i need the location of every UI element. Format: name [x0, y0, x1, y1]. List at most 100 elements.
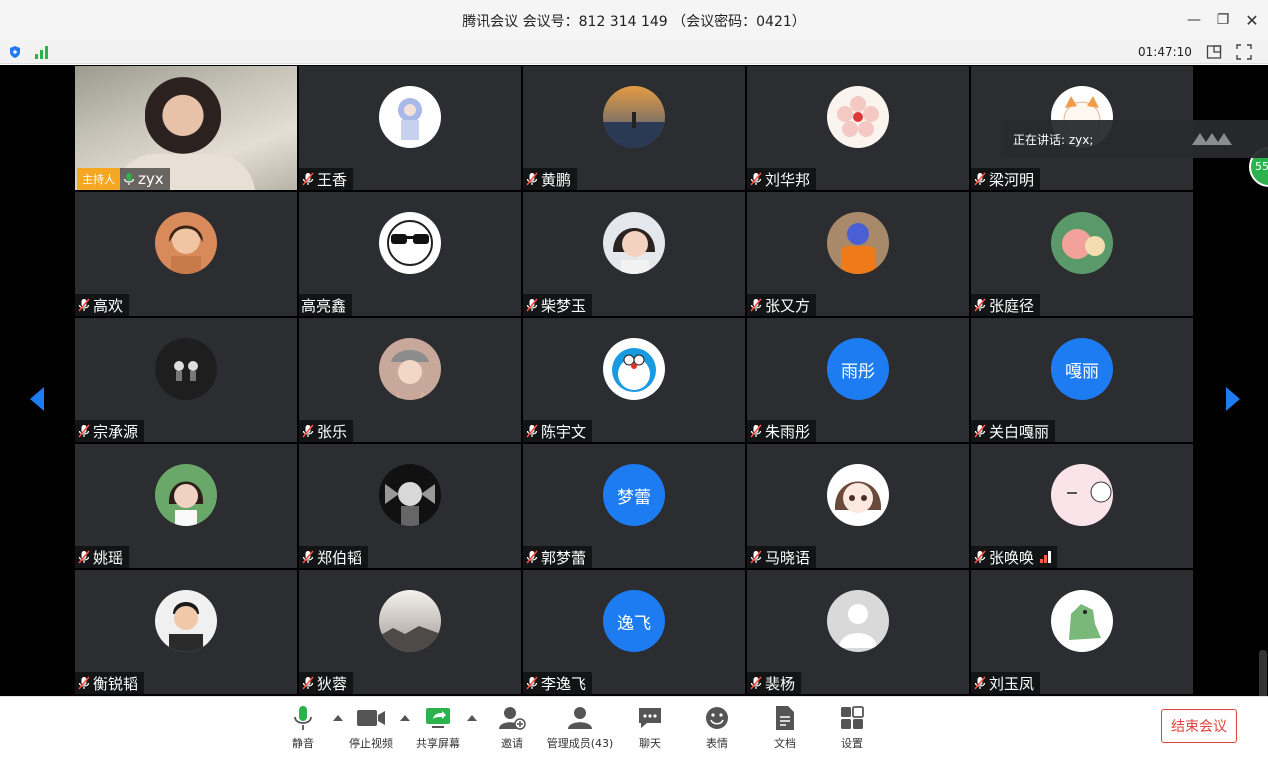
participant-name: 王香 — [317, 170, 348, 189]
participant-name: 关白嘎丽 — [989, 422, 1050, 441]
tencent-meeting-logo-icon — [1192, 133, 1232, 145]
participant-tile[interactable]: 高欢 — [75, 192, 297, 316]
participant-tile[interactable]: 刘华邦 — [747, 66, 969, 190]
participant-name: 张乐 — [317, 422, 348, 441]
participant-tile[interactable]: 刘玉凤 — [971, 570, 1193, 694]
participant-tile[interactable]: 马晓语 — [747, 444, 969, 568]
avatar-anime-girl-blue — [379, 86, 441, 148]
mic-muted-icon — [974, 550, 986, 564]
host-badge: 主持人 — [77, 168, 120, 190]
end-meeting-button[interactable]: 结束会议 — [1161, 709, 1237, 743]
mic-muted-icon — [750, 172, 762, 186]
members-icon — [568, 707, 592, 729]
avatar-cartoon-pink — [1051, 212, 1113, 274]
participant-name: 朱雨彤 — [765, 422, 811, 441]
participant-name: 李逸飞 — [541, 674, 587, 693]
participant-name: 黄鹏 — [541, 170, 572, 189]
maximize-button[interactable]: ❐ — [1211, 8, 1235, 32]
avatar-landscape-photo — [379, 590, 441, 652]
participant-name: 刘华邦 — [765, 170, 811, 189]
settings-button[interactable]: 设置 — [812, 705, 892, 755]
avatar-anime-girl-brown — [827, 464, 889, 526]
participant-tile[interactable]: 逸飞 李逸飞 — [523, 570, 745, 694]
participant-tile[interactable]: 姚瑶 — [75, 444, 297, 568]
participant-tile-host[interactable]: 主持人 zyx — [75, 66, 297, 190]
add-user-icon — [499, 707, 526, 730]
avatar-initials: 梦蕾 — [603, 464, 665, 526]
close-button[interactable]: ✕ — [1240, 8, 1264, 32]
mic-muted-icon — [78, 424, 90, 438]
participant-tile[interactable]: 张唤唤 — [971, 444, 1193, 568]
participant-tile[interactable]: 郑伯韬 — [299, 444, 521, 568]
participant-tile[interactable]: 梦蕾 郭梦蕾 — [523, 444, 745, 568]
participant-tile[interactable]: 柴梦玉 — [523, 192, 745, 316]
avatar-dinosaur-cartoon — [1051, 590, 1113, 652]
participant-tile[interactable]: 王香 — [299, 66, 521, 190]
avatar-initials: 雨彤 — [827, 338, 889, 400]
shield-icon[interactable] — [8, 45, 22, 59]
host-nametag: 主持人 zyx — [77, 168, 170, 190]
status-strip: 01:47:10 — [0, 40, 1268, 64]
host-video-person — [145, 74, 221, 166]
volume-meter — [1259, 650, 1267, 702]
mic-muted-icon — [78, 550, 90, 564]
participant-name: 张又方 — [765, 296, 811, 315]
microphone-icon — [294, 706, 312, 730]
participant-tile[interactable]: 陈宇文 — [523, 318, 745, 442]
participant-name: 高欢 — [93, 296, 124, 315]
mic-muted-icon — [750, 550, 762, 564]
previous-page-arrow-icon[interactable] — [28, 385, 46, 413]
participant-tile[interactable]: 裴杨 — [747, 570, 969, 694]
speaking-text: 正在讲话: zyx; — [1013, 132, 1094, 147]
mic-muted-icon — [78, 298, 90, 312]
minimize-button[interactable]: — — [1182, 8, 1206, 32]
participant-name: 高亮鑫 — [301, 296, 347, 315]
grid-settings-icon — [841, 706, 864, 729]
network-signal-icon[interactable] — [35, 45, 51, 59]
participant-name: 张庭径 — [989, 296, 1035, 315]
avatar-default-person — [827, 590, 889, 652]
participant-tile[interactable]: 张又方 — [747, 192, 969, 316]
participant-tile[interactable]: 黄鹏 — [523, 66, 745, 190]
mic-muted-icon — [302, 424, 314, 438]
participant-name: 裴杨 — [765, 674, 796, 693]
avatar-sunglasses-cartoon — [379, 212, 441, 274]
avatar-orange-shirt-photo — [827, 212, 889, 274]
participant-name: 宗承源 — [93, 422, 139, 441]
participant-grid: 主持人 zyx 王香 黄鹏 刘华邦 梁河明 高欢 高亮鑫 柴梦玉 张又方 张庭径… — [75, 66, 1195, 695]
document-icon — [776, 706, 794, 730]
avatar-dark-figures — [155, 338, 217, 400]
participant-name: 狄蓉 — [317, 674, 348, 693]
mic-muted-icon — [526, 172, 538, 186]
avatar-initials: 嘎丽 — [1051, 338, 1113, 400]
participant-tile[interactable]: 张庭径 — [971, 192, 1193, 316]
mic-muted-icon — [78, 676, 90, 690]
network-signal-icon — [1040, 551, 1052, 563]
participant-tile[interactable]: 狄蓉 — [299, 570, 521, 694]
participant-name: 姚瑶 — [93, 548, 124, 567]
avatar-flower-photo — [827, 86, 889, 148]
video-camera-icon — [357, 710, 385, 726]
participant-tile[interactable]: 衡锐韬 — [75, 570, 297, 694]
participant-tile[interactable]: 宗承源 — [75, 318, 297, 442]
participant-tile[interactable]: 高亮鑫 — [299, 192, 521, 316]
manage-members-button[interactable]: 管理成员(43) — [540, 705, 620, 755]
layout-icon[interactable] — [1206, 44, 1222, 60]
mic-muted-icon — [750, 298, 762, 312]
mic-muted-icon — [974, 172, 986, 186]
participant-tile[interactable]: 嘎丽 关白嘎丽 — [971, 318, 1193, 442]
avatar-anime-dark — [379, 464, 441, 526]
share-screen-icon — [426, 708, 450, 728]
next-page-arrow-icon[interactable] — [1224, 385, 1242, 413]
avatar-sunset-photo — [603, 86, 665, 148]
share-screen-button[interactable]: 共享屏幕 — [398, 705, 478, 755]
avatar-pink-cartoon — [1051, 464, 1113, 526]
participant-tile[interactable]: 张乐 — [299, 318, 521, 442]
chat-icon — [639, 708, 661, 728]
participant-tile[interactable]: 雨彤 朱雨彤 — [747, 318, 969, 442]
mic-muted-icon — [974, 424, 986, 438]
fullscreen-icon[interactable] — [1236, 44, 1252, 60]
participant-name: 张唤唤 — [989, 548, 1035, 567]
mic-muted-icon — [526, 298, 538, 312]
mic-active-icon — [123, 173, 135, 185]
